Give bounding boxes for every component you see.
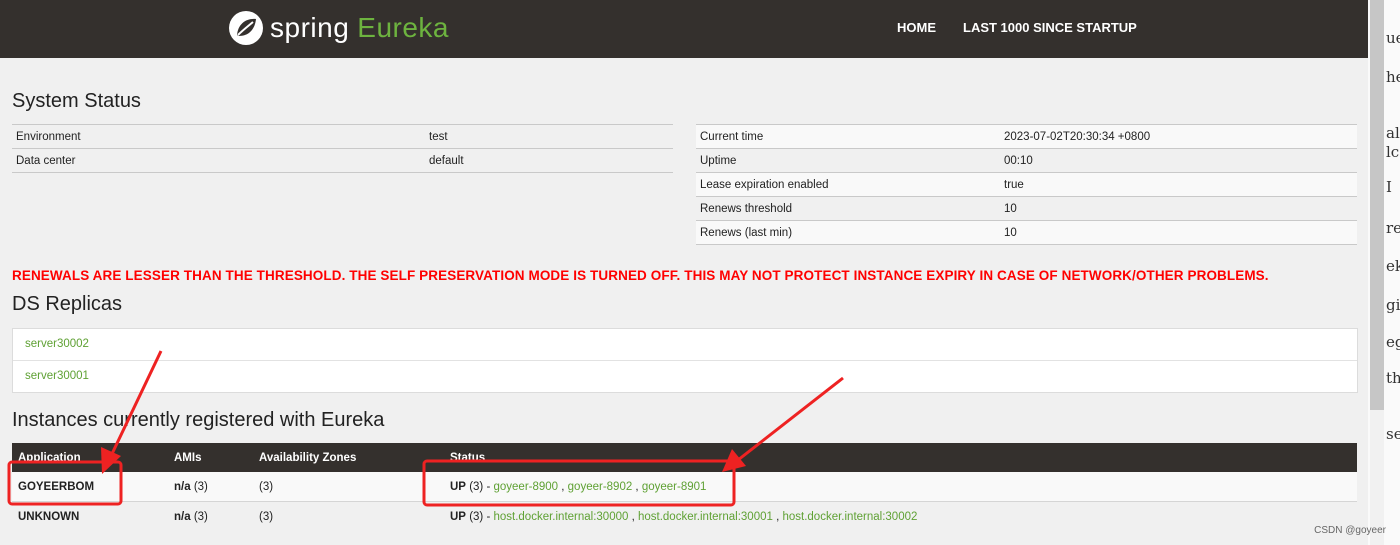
status-cell: UP (3) - goyeer-8900 , goyeer-8902 , goy… [444,472,1357,502]
row-value: default [425,148,673,173]
status-count: (3) - [469,510,491,523]
row-label: Lease expiration enabled [696,172,1000,197]
col-amis: AMIs [168,443,253,472]
zones-cell: (3) [253,472,444,502]
status-cell: UP (3) - host.docker.internal:30000 , ho… [444,501,1357,531]
application-name: GOYEERBOM [12,472,168,502]
col-status: Status [444,443,1357,472]
table-header-row: Application AMIs Availability Zones Stat… [12,443,1357,472]
side-text-fragment: re [1386,219,1400,237]
table-row: Current time 2023-07-02T20:30:34 +0800 [696,124,1357,149]
self-preservation-warning: RENEWALS ARE LESSER THAN THE THRESHOLD. … [12,268,1269,283]
side-text-fragment: th [1386,369,1400,387]
row-label: Uptime [696,148,1000,173]
ds-replicas-title: DS Replicas [12,293,123,315]
col-availability-zones: Availability Zones [253,443,444,472]
table-row: UNKNOWN n/a (3) (3) UP (3) - host.docker… [12,501,1357,531]
table-row: Environment test [12,124,673,149]
row-label: Renews threshold [696,196,1000,221]
logo-eureka-text: Eureka [357,12,449,43]
amis-count: (3) [193,480,208,493]
row-value: true [1000,172,1357,197]
row-value: 10 [1000,220,1357,245]
side-text-fragment: ek [1386,257,1400,275]
system-status-right-table: Current time 2023-07-02T20:30:34 +0800 U… [696,124,1357,245]
instance-link[interactable]: goyeer-8900 [493,481,558,493]
row-value: test [425,124,673,149]
amis-count: (3) [193,510,208,523]
table-row: Lease expiration enabled true [696,172,1357,197]
status-count: (3) - [469,480,491,493]
instance-link[interactable]: host.docker.internal:30000 [493,511,628,523]
ds-replica-link[interactable]: server30002 [13,329,1357,360]
csdn-watermark: CSDN @goyeer [1314,525,1386,536]
table-row: Renews threshold 10 [696,196,1357,221]
side-text-fragment: al [1386,124,1400,142]
table-row: Data center default [12,148,673,173]
table-row: Renews (last min) 10 [696,220,1357,245]
instance-link[interactable]: goyeer-8902 [568,481,633,493]
system-status-left-table: Environment test Data center default [12,124,673,173]
instance-link[interactable]: host.docker.internal:30002 [782,511,917,523]
table-row: GOYEERBOM n/a (3) (3) UP (3) - goyeer-89… [12,472,1357,502]
amis-cell: n/a (3) [168,501,253,531]
application-name: UNKNOWN [12,501,168,531]
spring-eureka-logo[interactable]: spring Eureka [228,9,449,47]
instance-link[interactable]: goyeer-8901 [642,481,707,493]
nav-home-link[interactable]: HOME [897,20,936,35]
row-label: Renews (last min) [696,220,1000,245]
side-text-fragment: ue [1386,29,1400,47]
instances-title: Instances currently registered with Eure… [12,409,385,431]
side-text-fragment: eg [1386,333,1400,351]
row-label: Current time [696,124,1000,149]
side-text-fragment: he [1386,68,1400,86]
row-value: 00:10 [1000,148,1357,173]
row-label: Environment [12,124,425,149]
ds-replica-link[interactable]: server30001 [13,360,1357,392]
spring-leaf-icon [229,11,263,45]
system-status-title: System Status [12,90,141,112]
amis-cell: n/a (3) [168,472,253,502]
top-navbar: spring Eureka HOME LAST 1000 SINCE START… [0,0,1368,58]
zones-cell: (3) [253,501,444,531]
scrollbar-thumb[interactable] [1370,0,1384,410]
row-value: 10 [1000,196,1357,221]
ds-replicas-list: server30002 server30001 [12,328,1358,393]
amis-na: n/a [174,480,191,493]
side-text-fragment: I [1386,178,1392,196]
amis-na: n/a [174,510,191,523]
row-label: Data center [12,148,425,173]
side-text-fragment: se [1386,425,1400,443]
logo-spring-text: spring [270,12,350,43]
instances-table: Application AMIs Availability Zones Stat… [12,443,1357,531]
instance-link[interactable]: host.docker.internal:30001 [638,511,773,523]
side-text-fragment: lc [1386,143,1400,161]
side-text-fragment: gi [1386,296,1400,314]
status-up: UP [450,510,466,523]
table-row: Uptime 00:10 [696,148,1357,173]
col-application: Application [12,443,168,472]
nav-last-1000-link[interactable]: LAST 1000 SINCE STARTUP [963,20,1137,35]
row-value: 2023-07-02T20:30:34 +0800 [1000,124,1357,149]
status-up: UP [450,480,466,493]
